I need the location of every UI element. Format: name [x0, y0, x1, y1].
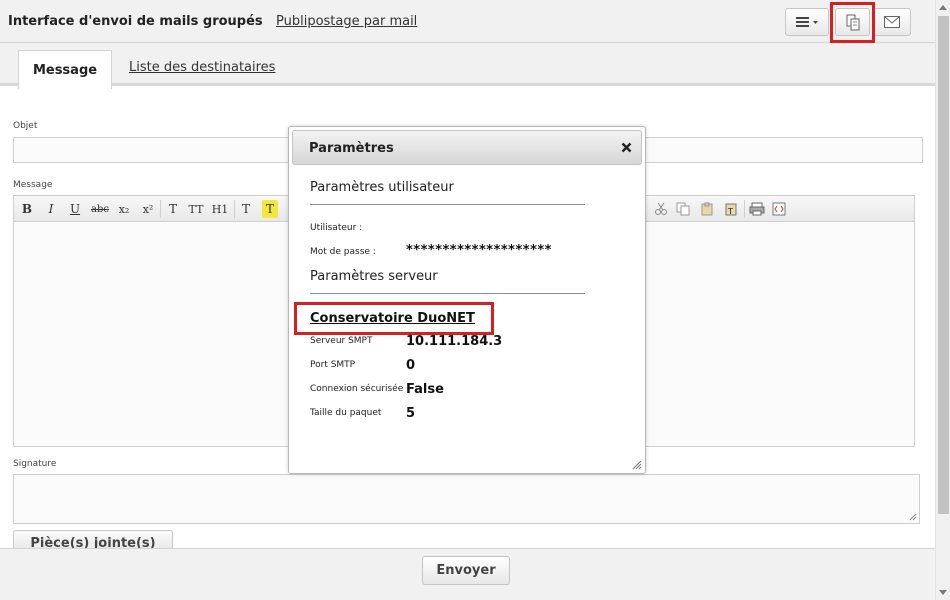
- close-icon: [621, 142, 631, 152]
- section-divider: [310, 293, 585, 294]
- underline-button[interactable]: U: [68, 200, 82, 218]
- packet-size-value: 5: [406, 406, 416, 421]
- menu-icon: [796, 17, 818, 27]
- server-section-title: Paramètres serveur: [310, 269, 438, 284]
- mail-icon: [884, 16, 900, 28]
- close-button[interactable]: [618, 139, 634, 155]
- app-title: Interface d'envoi de mails groupés: [8, 14, 263, 29]
- toolbar-separator: [234, 200, 235, 218]
- dialog-titlebar[interactable]: Paramètres: [292, 130, 642, 165]
- subject-label: Objet: [13, 121, 38, 131]
- password-label: Mot de passe :: [310, 247, 376, 257]
- smtp-port-label: Port SMTP: [310, 360, 356, 370]
- user-label: Utilisateur :: [310, 223, 363, 233]
- message-label: Message: [13, 180, 53, 190]
- smtp-server-label: Serveur SMPT: [310, 336, 373, 346]
- settings-dialog: Paramètres Paramètres utilisateur Utilis…: [288, 126, 646, 474]
- mail-button[interactable]: [873, 8, 911, 36]
- subscript-button[interactable]: x₂: [116, 200, 132, 218]
- secure-connection-label: Connexion sécurisée: [310, 384, 404, 394]
- toolbar-separator: [744, 200, 745, 218]
- tab-message[interactable]: Message: [18, 50, 112, 89]
- copy-text-icon[interactable]: [676, 200, 690, 218]
- server-name-link[interactable]: Conservatoire DuoNET: [310, 311, 475, 326]
- packet-size-label: Taille du paquet: [310, 408, 382, 418]
- copy-button[interactable]: [835, 8, 870, 36]
- signature-input[interactable]: [13, 474, 920, 524]
- tab-recipients[interactable]: Liste des destinataires: [129, 60, 275, 75]
- scroll-thumb[interactable]: [938, 16, 949, 514]
- vertical-scrollbar[interactable]: [935, 0, 950, 600]
- highlight-color-button[interactable]: T: [262, 200, 278, 218]
- text-color-button[interactable]: T: [238, 200, 254, 218]
- font-family-button[interactable]: TT: [186, 200, 206, 218]
- print-icon[interactable]: [749, 200, 765, 218]
- svg-text:T: T: [727, 207, 733, 216]
- top-header: Interface d'envoi de mails groupés Publi…: [0, 0, 935, 43]
- footer: Envoyer: [0, 548, 935, 600]
- scroll-up-icon[interactable]: [939, 5, 947, 10]
- bold-button[interactable]: B: [20, 200, 34, 218]
- heading-button[interactable]: H1: [210, 200, 230, 218]
- signature-label: Signature: [13, 459, 57, 469]
- resize-grip-icon[interactable]: [909, 513, 917, 521]
- paste-icon[interactable]: [700, 200, 714, 218]
- user-section-title: Paramètres utilisateur: [310, 180, 454, 195]
- source-code-icon[interactable]: [772, 200, 786, 218]
- superscript-button[interactable]: x²: [140, 200, 156, 218]
- menu-button[interactable]: [785, 8, 829, 36]
- send-button[interactable]: Envoyer: [422, 556, 510, 585]
- paste-text-icon[interactable]: T: [724, 200, 738, 218]
- password-value: ********************: [406, 243, 552, 258]
- dialog-title: Paramètres: [309, 141, 394, 156]
- smtp-server-value: 10.111.184.3: [406, 334, 503, 349]
- strikethrough-button[interactable]: abc: [90, 200, 110, 218]
- copy-icon: [846, 14, 859, 30]
- cut-icon[interactable]: [654, 200, 668, 218]
- scroll-down-icon[interactable]: [939, 590, 947, 595]
- toolbar-separator: [160, 200, 161, 218]
- secure-connection-value: False: [406, 382, 444, 397]
- smtp-port-value: 0: [406, 358, 416, 373]
- italic-button[interactable]: I: [44, 200, 58, 218]
- dialog-resize-icon[interactable]: [632, 460, 642, 470]
- tab-bar: Message Liste des destinataires: [0, 43, 935, 89]
- section-divider: [310, 204, 585, 205]
- font-size-button[interactable]: T: [164, 200, 182, 218]
- publipostage-link[interactable]: Publipostage par mail: [276, 14, 417, 29]
